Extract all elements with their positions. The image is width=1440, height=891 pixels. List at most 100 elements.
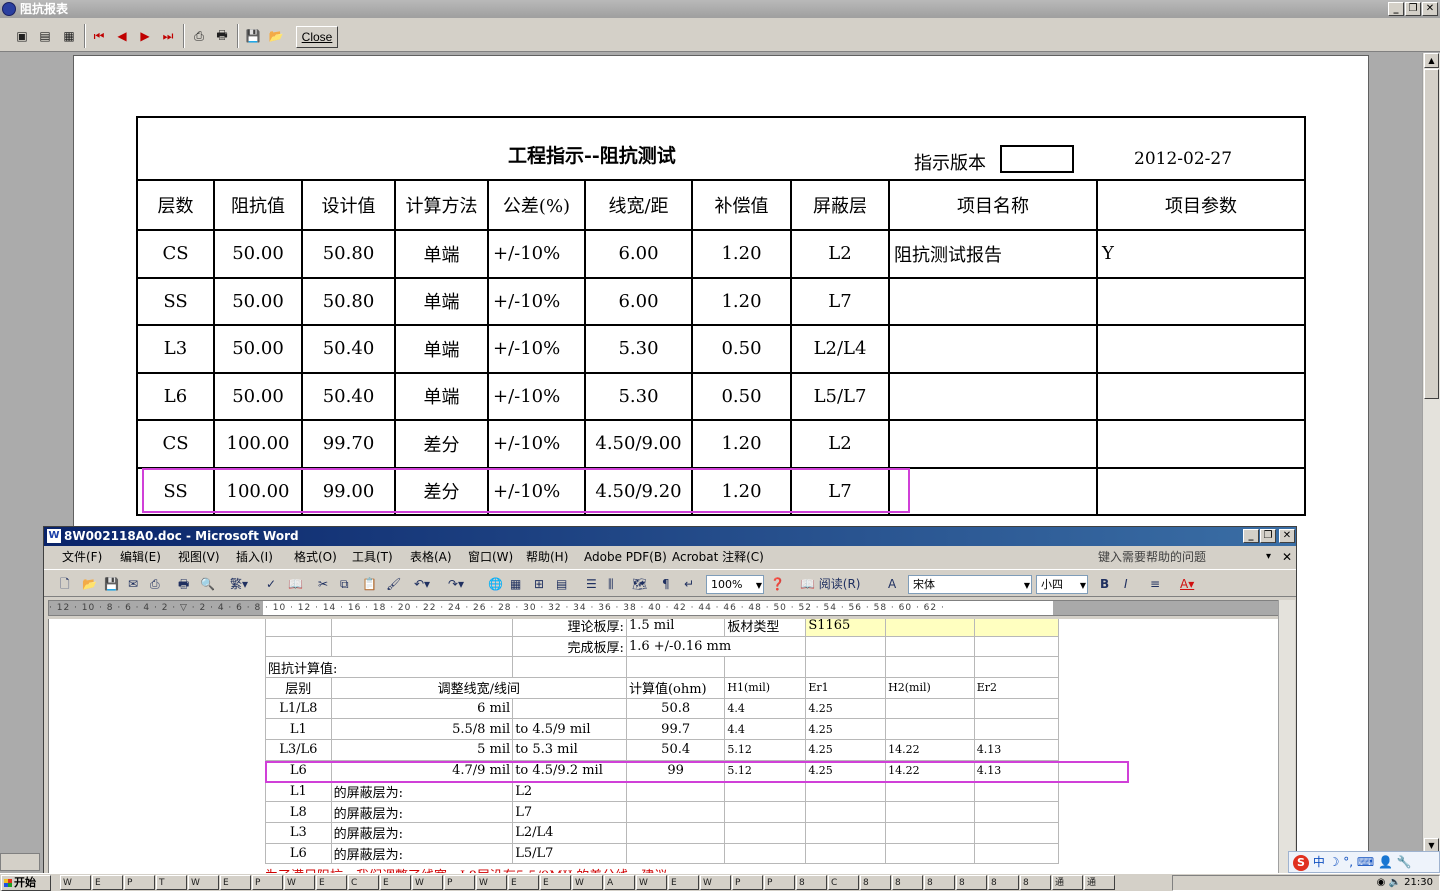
menu-file[interactable]: 文件(F)	[62, 546, 102, 568]
taskbar-button[interactable]: A	[604, 875, 635, 890]
read-mode-button[interactable]: 📖 阅读(R)	[800, 575, 860, 593]
font-size-select[interactable]: 小四 ▼	[1036, 575, 1088, 594]
hyperlink-icon[interactable]: 🌐	[488, 575, 503, 593]
menu-format[interactable]: 格式(O)	[294, 546, 337, 568]
taskbar-button[interactable]: W	[284, 875, 315, 890]
tables-borders-icon[interactable]: ▦	[510, 575, 521, 593]
network-icon[interactable]: ◉	[1377, 877, 1386, 888]
format-painter-icon[interactable]: 🖌	[386, 575, 401, 593]
menu-edit[interactable]: 编辑(E)	[120, 546, 161, 568]
taskbar-button[interactable]: W	[476, 875, 507, 890]
spelling-icon[interactable]: ✓	[266, 575, 276, 593]
save-doc-icon[interactable]: 💾	[104, 575, 119, 593]
wrench-icon[interactable]: 🔧	[1397, 855, 1412, 869]
taskbar-button[interactable]: W	[572, 875, 603, 890]
menu-window[interactable]: 窗口(W)	[468, 546, 513, 568]
font-color-icon[interactable]: A▾	[1180, 575, 1194, 593]
taskbar-button[interactable]: P	[444, 875, 475, 890]
taskbar-button[interactable]: W	[188, 875, 219, 890]
taskbar-button[interactable]: E	[316, 875, 347, 890]
taskbar-button[interactable]: 通	[1084, 875, 1115, 890]
user-icon[interactable]: 👤	[1378, 855, 1393, 869]
taskbar-button[interactable]: W	[60, 875, 91, 890]
help-icon[interactable]: ❓	[770, 575, 785, 593]
scroll-thumb[interactable]	[1424, 69, 1439, 399]
copy-icon[interactable]: ⧉	[340, 575, 349, 593]
help-search-input[interactable]: 键入需要帮助的问题	[1098, 548, 1274, 566]
first-page-icon[interactable]: ⏮	[89, 26, 109, 46]
report-vertical-scrollbar[interactable]: ▲ ▼	[1422, 53, 1440, 853]
print-preview-icon[interactable]: 🖶	[178, 575, 189, 593]
menu-insert[interactable]: 插入(I)	[236, 546, 273, 568]
taskbar-button[interactable]: E	[540, 875, 571, 890]
ime-mode[interactable]: 中	[1313, 855, 1325, 869]
document-map-icon[interactable]: 🗺	[632, 575, 647, 593]
print-setup-icon[interactable]: ⎙	[189, 26, 209, 46]
single-page-icon[interactable]: ▣	[12, 26, 32, 46]
word-restore-button[interactable]: ❐	[1260, 529, 1276, 543]
taskbar-button[interactable]: T	[156, 875, 187, 890]
taskbar-button[interactable]: 8	[892, 875, 923, 890]
menu-tools[interactable]: 工具(T)	[352, 546, 393, 568]
close-button[interactable]: Close	[296, 26, 338, 48]
permission-icon[interactable]: ✉	[128, 575, 138, 593]
redo-icon[interactable]: ↷▾	[448, 575, 464, 593]
moon-icon[interactable]: ☽	[1329, 855, 1340, 869]
volume-icon[interactable]: 🔈	[1389, 877, 1401, 888]
taskbar-button[interactable]: P	[732, 875, 763, 890]
zoom-page-icon[interactable]: ▦	[59, 26, 79, 46]
bold-icon[interactable]: B	[1100, 575, 1109, 593]
taskbar-button[interactable]: 8	[924, 875, 955, 890]
show-marks-icon[interactable]: ↵	[684, 575, 694, 593]
prev-page-icon[interactable]: ◀	[112, 26, 132, 46]
zoom-select[interactable]: 100% ▼	[706, 575, 764, 594]
taskbar-button[interactable]: 8	[988, 875, 1019, 890]
cut-icon[interactable]: ✂	[318, 575, 328, 593]
taskbar-button[interactable]: 8	[796, 875, 827, 890]
close-window-button[interactable]: ✕	[1422, 2, 1438, 16]
start-button[interactable]: 开始	[1, 875, 51, 891]
minimize-button[interactable]: _	[1388, 2, 1404, 16]
print-doc-icon[interactable]: ⎙	[150, 575, 160, 593]
research-icon[interactable]: 📖	[288, 575, 303, 593]
undo-icon[interactable]: ↶▾	[414, 575, 430, 593]
taskbar-button[interactable]: 8	[860, 875, 891, 890]
print-icon[interactable]: 🖶	[212, 26, 232, 46]
taskbar-button[interactable]: P	[764, 875, 795, 890]
multi-page-icon[interactable]: ▤	[35, 26, 55, 46]
styles-icon[interactable]: A	[888, 575, 896, 593]
taskbar-button[interactable]: 通	[1052, 875, 1083, 890]
new-doc-icon[interactable]: 🗋	[60, 575, 70, 593]
menu-adobe-pdf[interactable]: Adobe PDF(B)	[584, 546, 667, 568]
show-hide-icon[interactable]: ¶	[662, 575, 670, 593]
ime-bar[interactable]: S 中 ☽ °, ⌨ 👤 🔧	[1288, 851, 1440, 873]
next-page-icon[interactable]: ▶	[135, 26, 155, 46]
scroll-up-icon[interactable]: ▲	[1424, 53, 1439, 68]
taskbar-button[interactable]: C	[828, 875, 859, 890]
taskbar-button[interactable]: E	[220, 875, 251, 890]
menu-help[interactable]: 帮助(H)	[526, 546, 568, 568]
taskbar-button[interactable]: E	[92, 875, 123, 890]
insert-table-icon[interactable]: ⊞	[534, 575, 544, 593]
word-document-area[interactable]: 理论板厚: 1.5 mil 板材类型 S1165 完成板厚: 1.6 +/-0.…	[48, 619, 1278, 875]
taskbar-button[interactable]: 8	[956, 875, 987, 890]
last-page-icon[interactable]: ⏭	[158, 26, 178, 46]
punctuation-icon[interactable]: °,	[1343, 855, 1353, 869]
help-dropdown-icon[interactable]: ▾	[1266, 546, 1271, 568]
menu-table[interactable]: 表格(A)	[410, 546, 452, 568]
align-icon[interactable]: ≡	[1150, 575, 1160, 593]
paste-icon[interactable]: 📋	[362, 575, 377, 593]
taskbar-button[interactable]: E	[508, 875, 539, 890]
word-minimize-button[interactable]: _	[1243, 529, 1259, 543]
columns-icon[interactable]: ☰	[586, 575, 597, 593]
insert-excel-icon[interactable]: ▤	[556, 575, 567, 593]
drawing-icon[interactable]: ⫼	[608, 575, 614, 593]
open-icon[interactable]: 📂	[266, 26, 286, 46]
taskbar-button[interactable]: W	[700, 875, 731, 890]
taskbar-button[interactable]: W	[412, 875, 443, 890]
keyboard-icon[interactable]: ⌨	[1357, 855, 1374, 869]
taskbar-button[interactable]: P	[124, 875, 155, 890]
taskbar-button[interactable]: E	[380, 875, 411, 890]
save-icon[interactable]: 💾	[243, 26, 263, 46]
doc-close-icon[interactable]: ✕	[1282, 546, 1292, 568]
